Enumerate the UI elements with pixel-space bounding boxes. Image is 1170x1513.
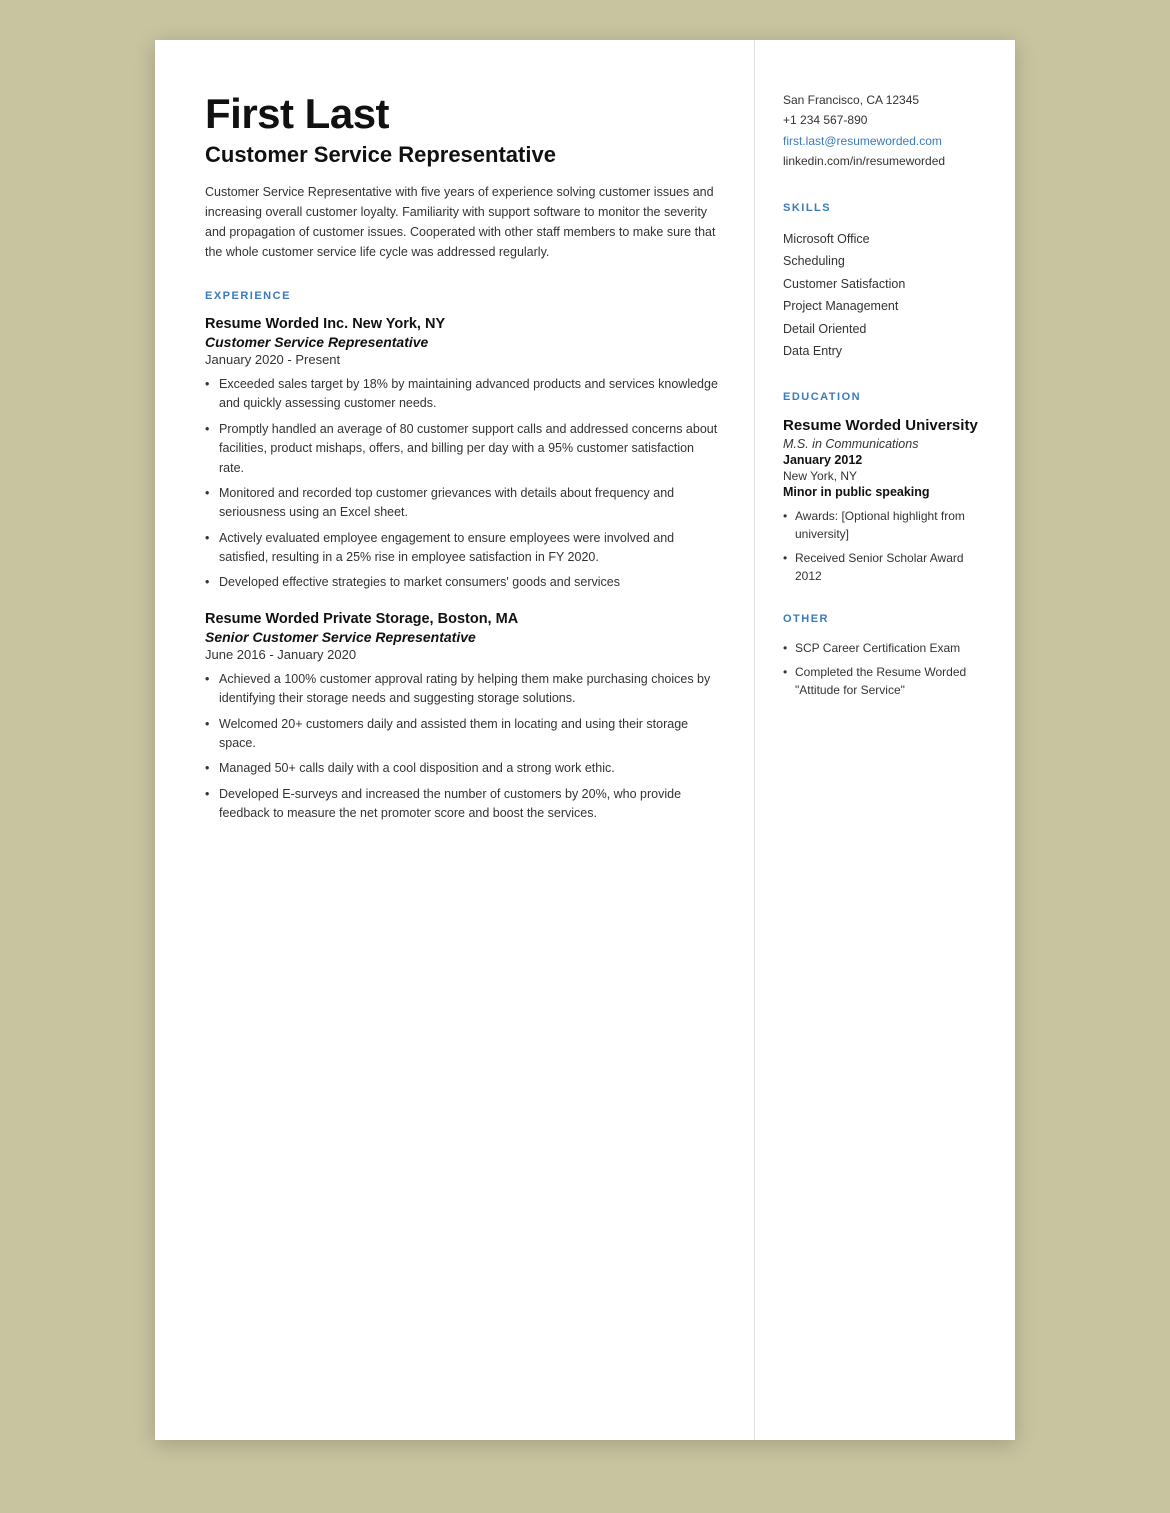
candidate-summary: Customer Service Representative with fiv…: [205, 182, 718, 262]
edu-bullets: Awards: [Optional highlight from univers…: [783, 507, 987, 585]
other-bullet-1: SCP Career Certification Exam: [783, 639, 987, 657]
bullets-2: Achieved a 100% customer approval rating…: [205, 670, 718, 824]
contact-linkedin: linkedin.com/in/resumeworded: [783, 151, 987, 171]
bullet-2-4: Developed E-surveys and increased the nu…: [205, 785, 718, 824]
job-title-1: Customer Service Representative: [205, 334, 718, 350]
bullet-2-1: Achieved a 100% customer approval rating…: [205, 670, 718, 709]
header-section: First Last Customer Service Representati…: [205, 90, 718, 262]
edu-degree: M.S. in Communications: [783, 437, 987, 451]
contact-phone: +1 234 567-890: [783, 110, 987, 130]
education-entry: Resume Worded University M.S. in Communi…: [783, 417, 987, 585]
left-column: First Last Customer Service Representati…: [155, 40, 755, 1440]
resume-document: First Last Customer Service Representati…: [155, 40, 1015, 1440]
right-column: San Francisco, CA 12345 +1 234 567-890 f…: [755, 40, 1015, 1440]
company-line-1: Resume Worded Inc. New York, NY: [205, 316, 718, 332]
experience-section-label: EXPERIENCE: [205, 290, 718, 302]
skills-list: Microsoft Office Scheduling Customer Sat…: [783, 228, 987, 363]
education-section-label: EDUCATION: [783, 391, 987, 403]
bullets-1: Exceeded sales target by 18% by maintain…: [205, 375, 718, 593]
other-section-label: OTHER: [783, 613, 987, 625]
other-bullet-2: Completed the Resume Worded "Attitude fo…: [783, 663, 987, 699]
company-location-1: New York, NY: [352, 316, 445, 332]
bullet-1-1: Exceeded sales target by 18% by maintain…: [205, 375, 718, 414]
bullet-1-2: Promptly handled an average of 80 custom…: [205, 420, 718, 478]
date-range-1: January 2020 - Present: [205, 352, 718, 367]
edu-bullet-1: Awards: [Optional highlight from univers…: [783, 507, 987, 543]
candidate-name: First Last: [205, 90, 718, 138]
bullet-1-4: Actively evaluated employee engagement t…: [205, 529, 718, 568]
skill-4: Project Management: [783, 295, 987, 318]
bullet-1-3: Monitored and recorded top customer grie…: [205, 484, 718, 523]
company-name-1: Resume Worded Inc.: [205, 316, 348, 332]
contact-email: first.last@resumeworded.com: [783, 131, 987, 151]
edu-school: Resume Worded University: [783, 417, 987, 434]
contact-section: San Francisco, CA 12345 +1 234 567-890 f…: [783, 90, 987, 172]
skill-3: Customer Satisfaction: [783, 273, 987, 296]
skill-1: Microsoft Office: [783, 228, 987, 251]
date-range-2: June 2016 - January 2020: [205, 647, 718, 662]
job-entry-1: Resume Worded Inc. New York, NY Customer…: [205, 316, 718, 593]
company-name-2: Resume Worded Private Storage,: [205, 611, 434, 627]
skills-section-label: SKILLS: [783, 202, 987, 214]
company-location-2: Boston, MA: [438, 611, 519, 627]
skill-5: Detail Oriented: [783, 318, 987, 341]
job-title-2: Senior Customer Service Representative: [205, 629, 718, 645]
email-link[interactable]: first.last@resumeworded.com: [783, 134, 942, 148]
job-entry-2: Resume Worded Private Storage, Boston, M…: [205, 611, 718, 824]
other-bullets: SCP Career Certification Exam Completed …: [783, 639, 987, 699]
edu-date: January 2012: [783, 453, 987, 467]
bullet-2-2: Welcomed 20+ customers daily and assiste…: [205, 715, 718, 754]
edu-bullet-2: Received Senior Scholar Award 2012: [783, 549, 987, 585]
company-line-2: Resume Worded Private Storage, Boston, M…: [205, 611, 718, 627]
edu-minor: Minor in public speaking: [783, 485, 987, 499]
bullet-1-5: Developed effective strategies to market…: [205, 573, 718, 592]
contact-address: San Francisco, CA 12345: [783, 90, 987, 110]
bullet-2-3: Managed 50+ calls daily with a cool disp…: [205, 759, 718, 778]
edu-location: New York, NY: [783, 469, 987, 483]
skill-2: Scheduling: [783, 250, 987, 273]
candidate-title: Customer Service Representative: [205, 142, 718, 168]
skill-6: Data Entry: [783, 340, 987, 363]
